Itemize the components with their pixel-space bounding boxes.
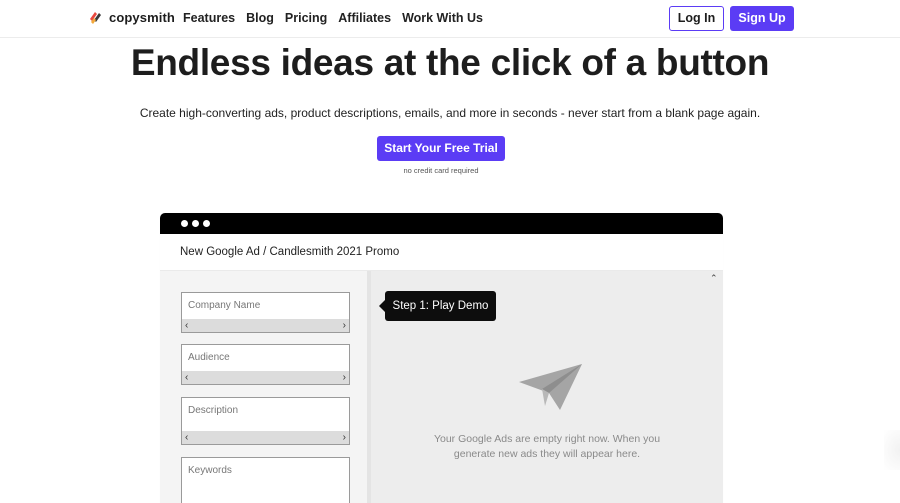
window-dot-icon <box>192 220 199 227</box>
cta-note: no credit card required <box>403 166 479 175</box>
field-scrollbar[interactable]: ‹ › <box>182 431 349 444</box>
signup-button[interactable]: Sign Up <box>730 6 794 31</box>
hero-subtitle: Create high-converting ads, product desc… <box>139 106 761 120</box>
breadcrumb: New Google Ad / Candlesmith 2021 Promo <box>160 234 723 271</box>
chevron-up-icon[interactable]: ⌃ <box>710 273 718 284</box>
login-button[interactable]: Log In <box>669 6 724 31</box>
chevron-right-icon[interactable]: › <box>343 372 346 383</box>
field-scrollbar[interactable]: ‹ › <box>182 371 349 384</box>
nav-link-work-with-us[interactable]: Work With Us <box>402 11 483 25</box>
chat-widget-edge[interactable] <box>884 430 900 470</box>
keywords-placeholder: Keywords <box>188 465 232 476</box>
copysmith-logo-icon <box>90 12 101 24</box>
audience-field[interactable]: Audience ‹ › <box>181 344 350 385</box>
window-titlebar <box>160 213 723 234</box>
chevron-right-icon[interactable]: › <box>343 320 346 331</box>
chevron-left-icon[interactable]: ‹ <box>185 432 188 443</box>
chevron-left-icon[interactable]: ‹ <box>185 372 188 383</box>
description-placeholder: Description <box>188 405 239 416</box>
description-field[interactable]: Description ‹ › <box>181 397 350 445</box>
paper-plane-icon <box>519 364 582 410</box>
audience-placeholder: Audience <box>188 352 230 363</box>
form-pane: ⌃ Company Name ‹ › Audience ‹ › Descript… <box>160 271 382 503</box>
nav-link-features[interactable]: Features <box>183 11 235 25</box>
empty-state-message: Your Google Ads are empty right now. Whe… <box>412 432 682 462</box>
logo-text: copysmith <box>109 10 175 25</box>
empty-state-line-2: generate new ads they will appear here. <box>453 448 641 460</box>
top-nav: copysmith Features Blog Pricing Affiliat… <box>0 0 900 38</box>
start-free-trial-button[interactable]: Start Your Free Trial <box>377 136 505 161</box>
chevron-right-icon[interactable]: › <box>343 432 346 443</box>
window-dot-icon <box>203 220 210 227</box>
play-demo-tooltip[interactable]: Step 1: Play Demo <box>379 291 496 321</box>
company-name-field[interactable]: Company Name ‹ › <box>181 292 350 333</box>
nav-link-blog[interactable]: Blog <box>246 11 274 25</box>
company-name-placeholder: Company Name <box>188 300 261 311</box>
nav-link-affiliates[interactable]: Affiliates <box>338 11 391 25</box>
keywords-field[interactable]: Keywords <box>181 457 350 503</box>
nav-link-pricing[interactable]: Pricing <box>285 11 327 25</box>
logo[interactable]: copysmith <box>88 10 175 25</box>
window-dot-icon <box>181 220 188 227</box>
chevron-left-icon[interactable]: ‹ <box>185 320 188 331</box>
nav-links: Features Blog Pricing Affiliates Work Wi… <box>183 11 483 25</box>
field-scrollbar[interactable]: ‹ › <box>182 319 349 332</box>
hero-title: Endless ideas at the click of a button <box>130 42 770 83</box>
empty-state-line-1: Your Google Ads are empty right now. Whe… <box>433 433 661 445</box>
